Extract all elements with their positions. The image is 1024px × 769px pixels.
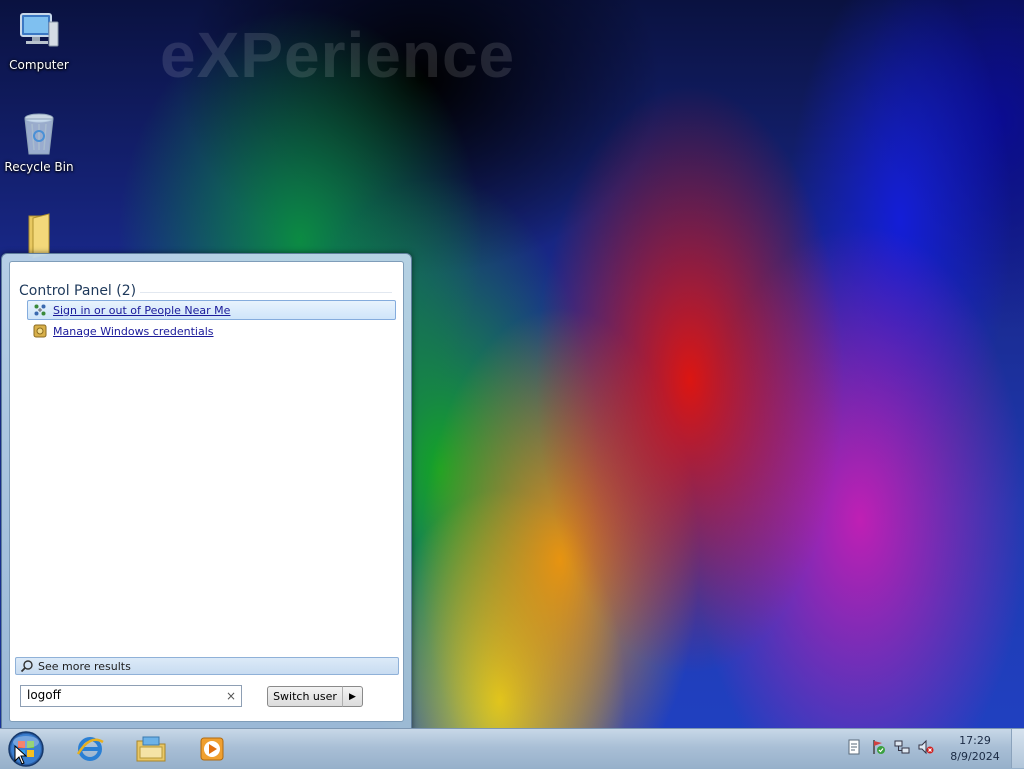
network-icon[interactable] bbox=[894, 739, 910, 755]
result-label: Sign in or out of People Near Me bbox=[53, 303, 231, 317]
volume-muted-icon[interactable] bbox=[918, 739, 934, 755]
header-divider bbox=[140, 292, 392, 293]
clock-date: 8/9/2024 bbox=[950, 750, 1000, 763]
action-center-icon[interactable] bbox=[870, 739, 886, 755]
clock-time: 17:29 bbox=[959, 734, 991, 747]
clear-search-icon[interactable]: × bbox=[224, 689, 238, 703]
start-search-input[interactable]: logoff bbox=[20, 685, 242, 707]
desktop-icon-computer[interactable]: Computer bbox=[0, 8, 78, 72]
recycle-bin-icon bbox=[24, 113, 54, 155]
see-more-results-button[interactable]: See more results bbox=[15, 657, 399, 675]
media-player-icon bbox=[200, 737, 224, 761]
notes-icon[interactable] bbox=[846, 739, 862, 755]
switch-user-button[interactable]: Switch user bbox=[267, 686, 343, 707]
show-desktop-button[interactable] bbox=[1011, 729, 1024, 768]
tray-clock[interactable]: 17:29 8/9/2024 bbox=[948, 733, 1002, 765]
taskbar-internet-explorer[interactable] bbox=[70, 733, 110, 765]
taskbar-media-player[interactable] bbox=[192, 733, 232, 765]
windows-explorer-icon bbox=[136, 736, 166, 762]
internet-explorer-icon bbox=[76, 737, 104, 761]
desktop-icon-label: Recycle Bin bbox=[4, 160, 74, 174]
computer-icon bbox=[20, 13, 59, 47]
results-group-header: Control Panel (2) bbox=[19, 283, 137, 299]
result-credential-manager[interactable]: Manage Windows credentials bbox=[27, 321, 396, 341]
shutdown-options-arrow-icon[interactable]: ▶ bbox=[342, 686, 363, 707]
wallpaper-watermark: eXPerience bbox=[160, 19, 516, 91]
result-label: Manage Windows credentials bbox=[53, 324, 214, 338]
start-menu: Control Panel (2) Sign in or out of Peop… bbox=[1, 253, 412, 731]
search-icon bbox=[20, 660, 33, 673]
result-people-near-me[interactable]: Sign in or out of People Near Me bbox=[27, 300, 396, 320]
desktop-icon-label: Computer bbox=[9, 58, 69, 72]
people-near-me-icon bbox=[34, 304, 46, 316]
search-results-pane: Control Panel (2) Sign in or out of Peop… bbox=[9, 261, 404, 722]
taskbar-windows-explorer[interactable] bbox=[131, 733, 171, 765]
see-more-label: See more results bbox=[38, 659, 131, 673]
mouse-cursor-icon bbox=[14, 745, 28, 765]
credential-manager-icon bbox=[33, 324, 47, 338]
desktop-icon-recycle-bin[interactable]: Recycle Bin bbox=[0, 110, 78, 174]
